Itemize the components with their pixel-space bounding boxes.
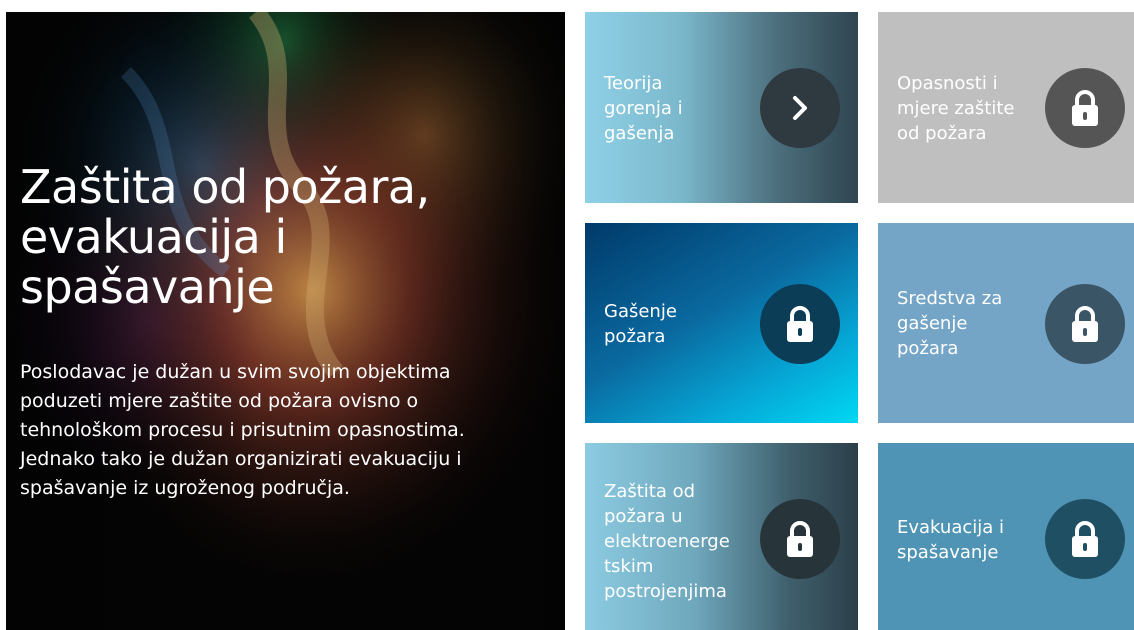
- module-tile-label: Teorija gorenja i gašenja: [604, 71, 754, 146]
- locked-module-button[interactable]: [760, 499, 840, 579]
- locked-module-button[interactable]: [1045, 499, 1125, 579]
- module-tile-label: Evakuacija i spašavanje: [897, 515, 1047, 565]
- module-tile-label-line: gorenja i: [604, 98, 683, 119]
- module-tile-label-line: Opasnosti i: [897, 73, 998, 94]
- lock-icon: [1072, 306, 1098, 342]
- module-tile-label-line: gašenja: [604, 123, 675, 144]
- module-tile-opasnosti[interactable]: Opasnosti i mjere zaštite od požara: [878, 12, 1134, 203]
- module-tile-label-line: mjere zaštite: [897, 98, 1015, 119]
- module-tile-label-line: požara: [604, 326, 666, 347]
- hero-description-line: poduzeti mjere zaštite od požara ovisno …: [20, 390, 419, 412]
- module-tile-label-line: spašavanje: [897, 542, 999, 563]
- hero-title-line: spašavanje: [20, 260, 275, 314]
- hero-title-line: evakuacija i: [20, 210, 287, 264]
- chevron-right-icon: [793, 96, 807, 120]
- module-tile-zastita-elektroenergetska[interactable]: Zaštita od požara u elektroenerge tskim …: [585, 443, 858, 630]
- module-tile-label-line: Teorija: [604, 73, 663, 94]
- module-tile-label-line: Zaštita od: [604, 481, 696, 502]
- locked-module-button[interactable]: [1045, 68, 1125, 148]
- hero-title-line: Zaštita od požara,: [20, 160, 430, 214]
- hero-description: Poslodavac je dužan u svim svojim objekt…: [20, 358, 550, 503]
- hero-description-line: Jednako tako je dužan organizirati evaku…: [20, 448, 462, 470]
- module-tile-label-line: gašenje: [897, 313, 968, 334]
- module-tile-label: Zaštita od požara u elektroenerge tskim …: [604, 479, 754, 604]
- hero-description-line: spašavanje iz ugroženog područja.: [20, 477, 350, 499]
- module-tile-label-line: požara: [897, 338, 959, 359]
- module-tile-label-line: Evakuacija i: [897, 517, 1005, 538]
- module-tile-teorija-gorenja[interactable]: Teorija gorenja i gašenja: [585, 12, 858, 203]
- module-tile-label-line: požara u: [604, 506, 683, 527]
- locked-module-button[interactable]: [1045, 284, 1125, 364]
- module-tile-label-line: Gašenje: [604, 301, 677, 322]
- module-tile-label: Gašenje požara: [604, 299, 754, 349]
- module-tile-label-line: tskim: [604, 556, 654, 577]
- locked-module-button[interactable]: [760, 284, 840, 364]
- module-tile-label-line: postrojenjima: [604, 581, 727, 602]
- hero-title: Zaštita od požara, evakuacija i spašavan…: [20, 162, 550, 312]
- hero-description-line: Poslodavac je dužan u svim svojim objekt…: [20, 361, 451, 383]
- hero-banner: Zaštita od požara, evakuacija i spašavan…: [6, 12, 565, 630]
- module-tile-evakuacija[interactable]: Evakuacija i spašavanje: [878, 443, 1134, 630]
- module-tile-label-line: od požara: [897, 123, 987, 144]
- module-tile-label-line: Sredstva za: [897, 288, 1003, 309]
- module-tile-sredstva-za-gasenje[interactable]: Sredstva za gašenje požara: [878, 223, 1134, 423]
- module-tile-gasenje-pozara[interactable]: Gašenje požara: [585, 223, 858, 423]
- hero-overlay: [6, 12, 565, 630]
- lock-icon: [1072, 521, 1098, 557]
- lock-icon: [1072, 90, 1098, 126]
- lock-icon: [787, 306, 813, 342]
- open-module-button[interactable]: [760, 68, 840, 148]
- hero-description-line: tehnološkom procesu i prisutnim opasnost…: [20, 419, 465, 441]
- module-tile-label: Opasnosti i mjere zaštite od požara: [897, 71, 1047, 146]
- module-tile-label-line: elektroenerge: [604, 531, 730, 552]
- module-tile-label: Sredstva za gašenje požara: [897, 286, 1047, 361]
- lock-icon: [787, 521, 813, 557]
